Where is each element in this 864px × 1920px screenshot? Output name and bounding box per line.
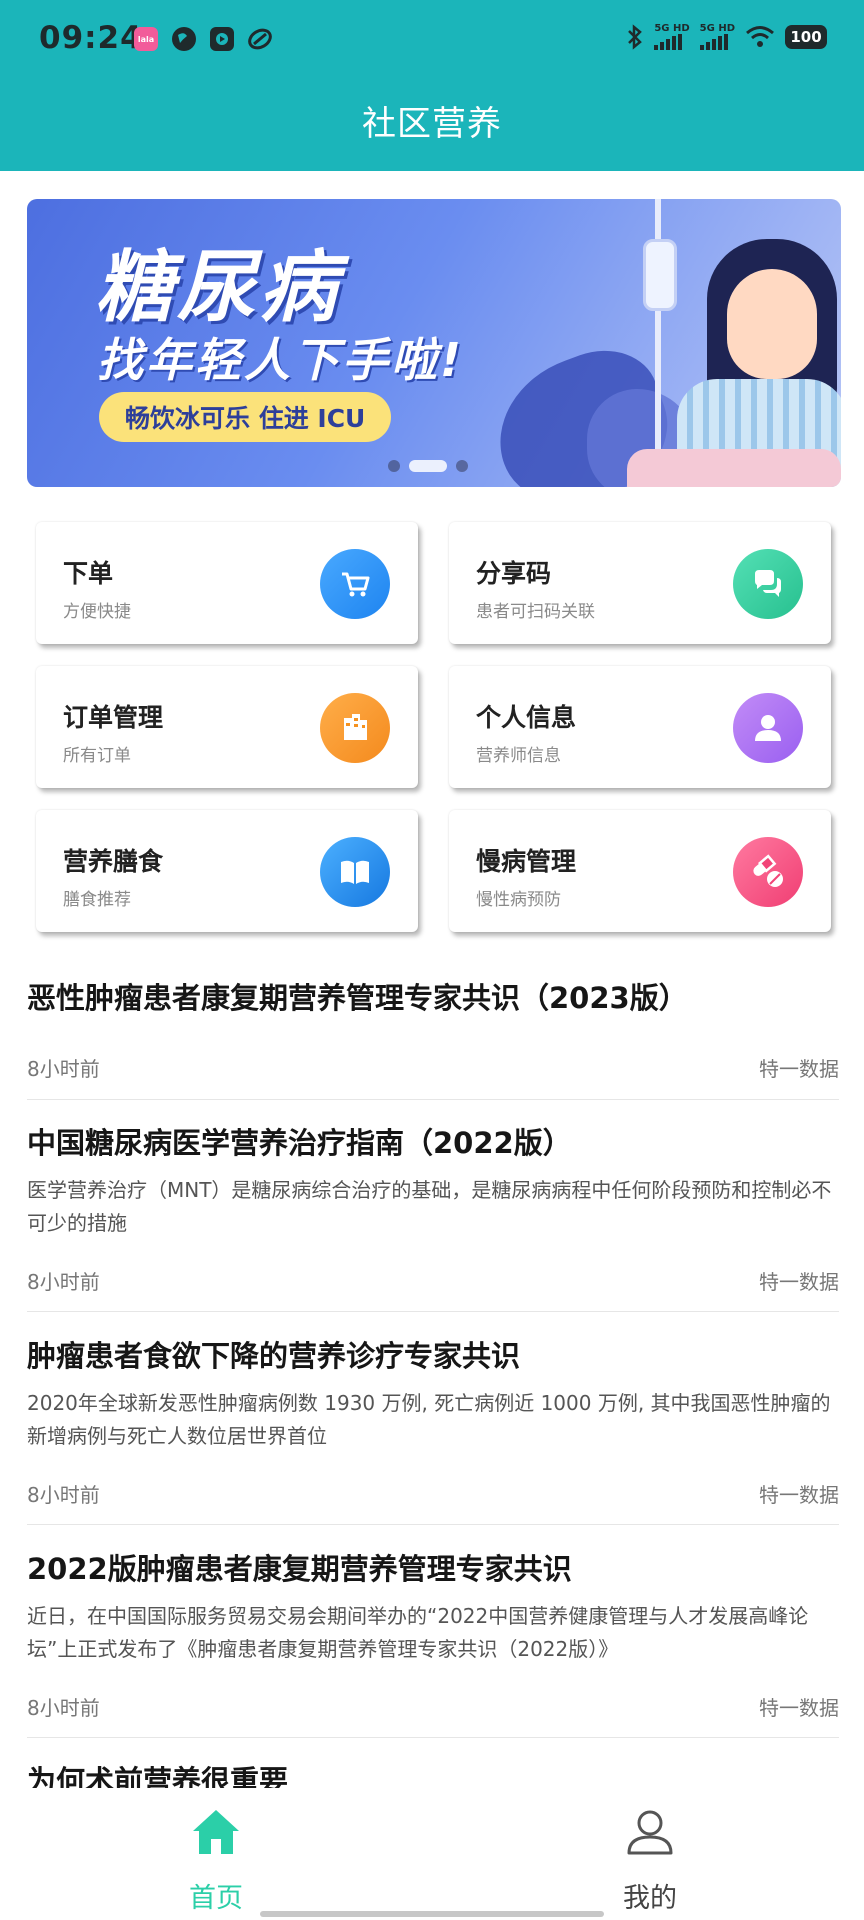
card-personal-info[interactable]: 个人信息 营养师信息 <box>449 666 831 788</box>
book-icon <box>320 837 390 907</box>
bluetooth-icon <box>628 24 643 50</box>
iv-bag-illustration <box>643 239 677 311</box>
tab-mine-label: 我的 <box>623 1883 677 1914</box>
person-icon <box>733 693 803 763</box>
card-subtitle: 所有订单 <box>63 746 131 766</box>
status-bar: 09:24 lala 5G HD 5G HD 100 <box>0 0 864 80</box>
news-summary: 医学营养治疗（MNT）是糖尿病综合治疗的基础，是糖尿病病程中任何阶段预防和控制必… <box>27 1178 832 1235</box>
card-title: 个人信息 <box>476 703 577 732</box>
chat-bubbles-icon <box>733 549 803 619</box>
banner-pagination <box>388 460 468 472</box>
lala-app-icon: lala <box>134 27 158 51</box>
card-order-management[interactable]: 订单管理 所有订单 <box>36 666 418 788</box>
news-title: 恶性肿瘤患者康复期营养管理专家共识（2023版） <box>27 981 688 1015</box>
pagination-dot[interactable] <box>388 460 400 472</box>
news-time: 8小时前 <box>27 1270 100 1294</box>
banner-title: 糖尿病 <box>95 243 342 333</box>
news-source: 特一数据 <box>759 1057 839 1081</box>
page-title: 社区营养 <box>362 104 502 144</box>
card-subtitle: 膳食推荐 <box>63 890 131 910</box>
blanket-illustration <box>627 449 841 487</box>
divider <box>27 1311 839 1312</box>
news-time: 8小时前 <box>27 1696 100 1720</box>
banner-tagline: 畅饮冰可乐 住进 ICU <box>99 392 392 442</box>
news-item[interactable]: 2022版肿瘤患者康复期营养管理专家共识 近日，在中国国际服务贸易交易会期间举办… <box>27 1546 839 1726</box>
video-app-icon <box>210 27 234 51</box>
patient-face-illustration <box>727 269 817 379</box>
pill-icon <box>733 837 803 907</box>
card-share-code[interactable]: 分享码 患者可扫码关联 <box>449 522 831 644</box>
news-source: 特一数据 <box>759 1270 839 1294</box>
card-order[interactable]: 下单 方便快捷 <box>36 522 418 644</box>
pagination-dot[interactable] <box>456 460 468 472</box>
news-title: 肿瘤患者食欲下降的营养诊疗专家共识 <box>27 1339 521 1373</box>
tab-home[interactable]: 首页 <box>116 1788 316 1920</box>
card-subtitle: 患者可扫码关联 <box>476 602 595 622</box>
leaf-app-icon <box>248 27 272 51</box>
building-icon <box>320 693 390 763</box>
wifi-icon <box>746 26 774 47</box>
card-title: 下单 <box>63 559 114 588</box>
news-summary: 近日，在中国国际服务贸易交易会期间举办的“2022中国营养健康管理与人才发展高峰… <box>27 1604 809 1661</box>
promo-banner[interactable]: 糖尿病 找年轻人下手啦! 畅饮冰可乐 住进 ICU <box>27 199 841 487</box>
card-subtitle: 慢性病预防 <box>476 890 561 910</box>
card-title: 营养膳食 <box>63 847 164 876</box>
card-title: 订单管理 <box>63 703 164 732</box>
home-icon <box>193 1810 239 1854</box>
card-title: 慢病管理 <box>476 847 577 876</box>
news-item[interactable]: 中国糖尿病医学营养治疗指南（2022版） 医学营养治疗（MNT）是糖尿病综合治疗… <box>27 1120 839 1300</box>
bottom-tab-bar: 首页 我的 <box>0 1788 864 1920</box>
status-app-icons: lala <box>134 27 272 51</box>
signal-icon <box>654 34 689 50</box>
globe-app-icon <box>172 27 196 51</box>
news-summary: 2020年全球新发恶性肿瘤病例数 1930 万例, 死亡病例近 1000 万例,… <box>27 1391 831 1448</box>
news-source: 特一数据 <box>759 1483 839 1507</box>
news-time: 8小时前 <box>27 1483 100 1507</box>
cart-icon <box>320 549 390 619</box>
app-screen: 09:24 lala 5G HD 5G HD 100 社区营养 糖尿病 找年轻人… <box>0 0 864 1920</box>
divider <box>27 1099 839 1100</box>
divider <box>27 1524 839 1525</box>
status-indicators: 5G HD 5G HD 100 <box>626 24 827 50</box>
network-indicator-1: 5G HD <box>654 24 690 50</box>
signal-icon <box>699 34 735 50</box>
card-subtitle: 营养师信息 <box>476 746 561 766</box>
news-source: 特一数据 <box>759 1696 839 1720</box>
banner-subtitle: 找年轻人下手啦! <box>97 333 464 387</box>
network-indicator-2: 5G HD <box>699 24 735 50</box>
status-time: 09:24 <box>39 20 143 56</box>
user-profile-icon <box>627 1810 673 1855</box>
news-title: 2022版肿瘤患者康复期营养管理专家共识 <box>27 1552 572 1586</box>
tab-mine[interactable]: 我的 <box>550 1788 750 1920</box>
card-chronic-disease[interactable]: 慢病管理 慢性病预防 <box>449 810 831 932</box>
news-item[interactable]: 恶性肿瘤患者康复期营养管理专家共识（2023版） 8小时前 特一数据 <box>27 975 839 1085</box>
card-title: 分享码 <box>476 559 552 588</box>
battery-indicator: 100 <box>785 25 827 49</box>
divider <box>27 1737 839 1738</box>
news-title: 中国糖尿病医学营养治疗指南（2022版） <box>27 1126 572 1160</box>
tab-home-label: 首页 <box>189 1883 243 1914</box>
news-item[interactable]: 肿瘤患者食欲下降的营养诊疗专家共识 2020年全球新发恶性肿瘤病例数 1930 … <box>27 1333 839 1513</box>
card-nutrition-diet[interactable]: 营养膳食 膳食推荐 <box>36 810 418 932</box>
home-indicator-bar[interactable] <box>260 1911 604 1917</box>
card-subtitle: 方便快捷 <box>63 602 131 622</box>
pagination-dot-active[interactable] <box>409 460 447 472</box>
news-time: 8小时前 <box>27 1057 100 1081</box>
